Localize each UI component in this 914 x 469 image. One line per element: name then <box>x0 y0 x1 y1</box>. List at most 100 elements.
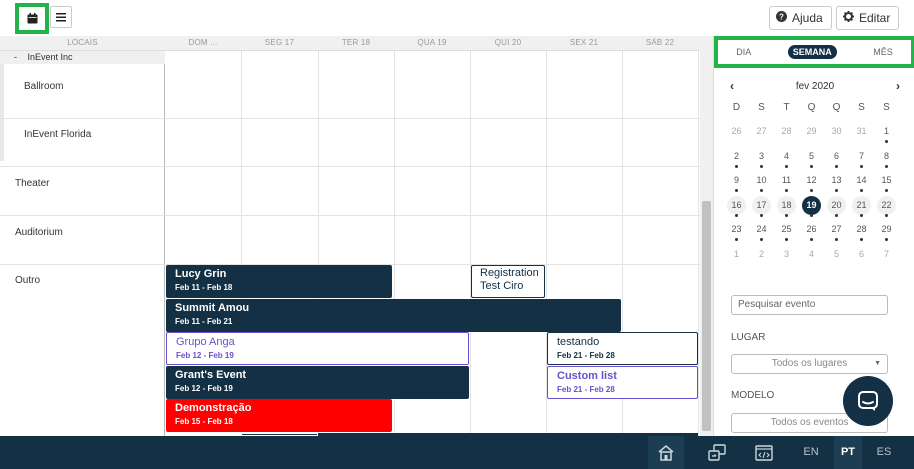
event-dot <box>885 238 888 241</box>
event-dot <box>735 238 738 241</box>
calendar-day[interactable]: 5 <box>824 245 849 270</box>
chat-launcher-button[interactable] <box>843 376 893 426</box>
weekday-label: T <box>783 102 790 113</box>
event-dot <box>810 164 813 168</box>
home-button[interactable] <box>648 436 684 469</box>
calendar-day[interactable]: 28 <box>849 220 874 245</box>
calendar-day[interactable]: 2 <box>749 245 774 270</box>
event-grupo-anga[interactable]: Grupo Anga Feb 12 - Feb 19 <box>166 332 469 365</box>
list-view-button[interactable] <box>50 6 72 28</box>
event-demonstracao[interactable]: Demonstração Feb 15 - Feb 18 <box>166 399 392 432</box>
event-dot <box>885 189 888 192</box>
calendar-day[interactable]: 17 <box>749 195 774 221</box>
calendar-day[interactable]: 1 <box>874 122 899 147</box>
switch-view-button[interactable] <box>700 436 734 469</box>
scrollbar-thumb[interactable] <box>702 201 711 431</box>
language-en[interactable]: EN <box>797 436 825 469</box>
event-grants-event[interactable]: Grant's Event Feb 12 - Feb 19 <box>166 366 469 399</box>
calendar-day[interactable]: 26 <box>724 122 749 147</box>
model-select-value: Todos os eventos <box>770 417 849 428</box>
calendar-day[interactable]: 6 <box>849 245 874 270</box>
chevron-down-icon: ▼ <box>874 360 881 367</box>
calendar-day[interactable]: 28 <box>774 122 799 147</box>
chevron-right-icon[interactable]: › <box>896 79 900 93</box>
transfer-icon <box>708 443 726 461</box>
event-lucy-grin[interactable]: Lucy Grin Feb 11 - Feb 18 <box>166 265 392 298</box>
calendar-day[interactable]: 27 <box>749 122 774 147</box>
search-event-input[interactable]: Pesquisar evento <box>731 295 888 315</box>
calendar-day[interactable]: 23 <box>724 220 749 245</box>
calendar-day[interactable]: 15 <box>874 171 899 196</box>
calendar-day[interactable]: 7 <box>849 147 874 172</box>
calendar-day-number: 26 <box>731 126 742 136</box>
calendar-day[interactable]: 13 <box>824 171 849 196</box>
event-summit-amou[interactable]: Summit Amou Feb 11 - Feb 21 <box>166 299 621 332</box>
calendar-day[interactable]: 18 <box>774 195 799 221</box>
home-icon <box>658 445 674 461</box>
calendar-day[interactable]: 19 <box>799 195 824 221</box>
weekday-label: S <box>858 102 865 113</box>
calendar-day-number: 2 <box>758 248 764 259</box>
calendar-day[interactable]: 6 <box>824 147 849 172</box>
day-header: SÁB 22 <box>645 38 675 47</box>
calendar-day[interactable]: 14 <box>849 171 874 196</box>
model-label: MODELO <box>731 390 775 401</box>
event-custom-list[interactable]: Custom list Feb 21 - Feb 28 <box>547 366 698 399</box>
grid-header: LOCAIS DOM ... SEG 17 TER 18 QUA 19 QUI … <box>0 36 700 51</box>
calendar-day[interactable]: 26 <box>799 220 824 245</box>
language-pt[interactable]: PT <box>834 436 862 469</box>
location-label-auditorium: Auditorium <box>15 227 63 238</box>
calendar-day[interactable]: 5 <box>799 147 824 172</box>
calendar-day[interactable]: 25 <box>774 220 799 245</box>
calendar-day[interactable]: 4 <box>799 245 824 270</box>
day-header: SEX 21 <box>569 38 599 47</box>
calendar-day[interactable]: 9 <box>724 171 749 196</box>
tab-day[interactable]: DIA <box>736 47 751 57</box>
calendar-day[interactable]: 7 <box>874 245 899 270</box>
calendar-day-number: 12 <box>806 175 817 185</box>
event-registration-test-ciro[interactable]: Registration Test Ciro <box>471 265 545 298</box>
calendar-day[interactable]: 12 <box>799 171 824 196</box>
grid-scrollbar[interactable] <box>700 36 713 436</box>
language-es[interactable]: ES <box>870 436 898 469</box>
calendar-day[interactable]: 2 <box>724 147 749 172</box>
calendar-day[interactable]: 22 <box>874 195 899 221</box>
group-indent-bar <box>0 64 4 161</box>
calendar-day[interactable]: 1 <box>724 245 749 270</box>
chevron-left-icon[interactable]: ‹ <box>730 79 734 93</box>
tab-month[interactable]: MÊS <box>873 47 893 57</box>
event-dot <box>785 238 788 241</box>
event-dot <box>810 189 813 192</box>
place-select[interactable]: Todos os lugares ▼ <box>731 354 888 374</box>
calendar-day[interactable]: 29 <box>799 122 824 147</box>
help-button[interactable]: ? Ajuda <box>769 6 832 30</box>
calendar-day[interactable]: 21 <box>849 195 874 221</box>
event-dot <box>735 213 738 217</box>
event-testando[interactable]: testando Feb 21 - Feb 28 <box>547 332 698 365</box>
calendar-day[interactable]: 31 <box>849 122 874 147</box>
group-collapse-toggle[interactable]: - <box>14 52 17 62</box>
group-header[interactable]: - InEvent Inc <box>0 51 165 64</box>
calendar-day-number: 1 <box>883 126 889 136</box>
tab-week[interactable]: SEMANA <box>787 45 837 59</box>
calendar-day[interactable]: 4 <box>774 147 799 172</box>
calendar-day-number: 28 <box>781 126 792 136</box>
calendar-view-button[interactable] <box>21 7 43 29</box>
code-button[interactable] <box>748 436 780 469</box>
calendar-day[interactable]: 3 <box>774 245 799 270</box>
calendar-day[interactable]: 16 <box>724 195 749 221</box>
calendar-day-number: 6 <box>833 150 839 161</box>
calendar-day-number: 20 <box>831 199 842 210</box>
day-header: SEG 17 <box>264 38 295 47</box>
calendar-day[interactable]: 30 <box>824 122 849 147</box>
calendar-day[interactable]: 27 <box>824 220 849 245</box>
calendar-day[interactable]: 24 <box>749 220 774 245</box>
calendar-day[interactable]: 11 <box>774 171 799 196</box>
calendar-day[interactable]: 20 <box>824 195 849 221</box>
calendar-day[interactable]: 29 <box>874 220 899 245</box>
place-label: LUGAR <box>731 332 766 343</box>
calendar-day[interactable]: 8 <box>874 147 899 172</box>
calendar-day[interactable]: 3 <box>749 147 774 172</box>
calendar-day[interactable]: 10 <box>749 171 774 196</box>
edit-button[interactable]: Editar <box>836 6 899 30</box>
